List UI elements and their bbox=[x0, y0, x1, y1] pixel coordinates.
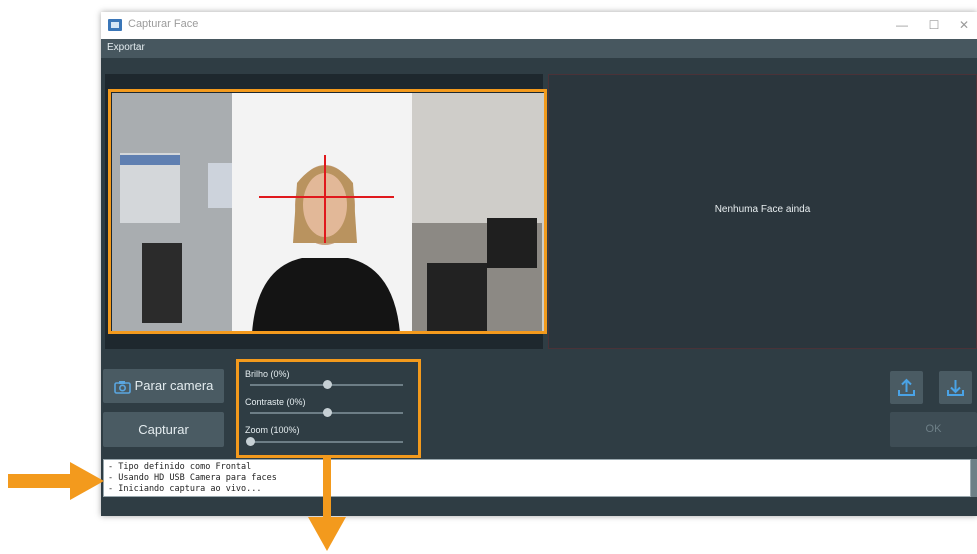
ok-button[interactable]: OK bbox=[890, 412, 977, 447]
sliders-highlight-box bbox=[236, 359, 421, 458]
close-button[interactable]: ✕ bbox=[949, 14, 977, 36]
maximize-button[interactable]: ☐ bbox=[919, 14, 949, 36]
title-bar: Capturar Face — ☐ ✕ bbox=[101, 12, 977, 40]
menu-item-exportar[interactable]: Exportar bbox=[107, 42, 145, 53]
log-pointer-arrow-icon bbox=[8, 462, 104, 500]
log-line: - Tipo definido como Frontal bbox=[108, 462, 252, 472]
menu-bar: Exportar bbox=[101, 39, 977, 58]
window-title: Capturar Face bbox=[128, 18, 199, 30]
capture-button[interactable]: Capturar bbox=[103, 412, 224, 447]
log-line: - Iniciando captura ao vivo... bbox=[108, 484, 262, 494]
stop-camera-button[interactable]: Parar camera bbox=[103, 369, 224, 403]
upload-icon bbox=[898, 378, 915, 396]
down-pointer-arrow-icon bbox=[308, 457, 346, 551]
upload-button[interactable] bbox=[890, 371, 923, 404]
log-output: - Tipo definido como Frontal - Usando HD… bbox=[103, 459, 971, 497]
log-scrollbar[interactable] bbox=[971, 459, 977, 497]
download-button[interactable] bbox=[939, 371, 972, 404]
app-icon bbox=[108, 19, 122, 31]
preview-highlight-box bbox=[108, 89, 547, 334]
stop-camera-label: Parar camera bbox=[134, 378, 214, 393]
log-line: - Usando HD USB Camera para faces bbox=[108, 473, 277, 483]
minimize-button[interactable]: — bbox=[887, 14, 917, 36]
face-result-panel: Nenhuma Face ainda bbox=[548, 74, 977, 349]
no-face-message: Nenhuma Face ainda bbox=[714, 204, 811, 215]
download-icon bbox=[947, 380, 964, 396]
camera-icon bbox=[113, 380, 131, 394]
